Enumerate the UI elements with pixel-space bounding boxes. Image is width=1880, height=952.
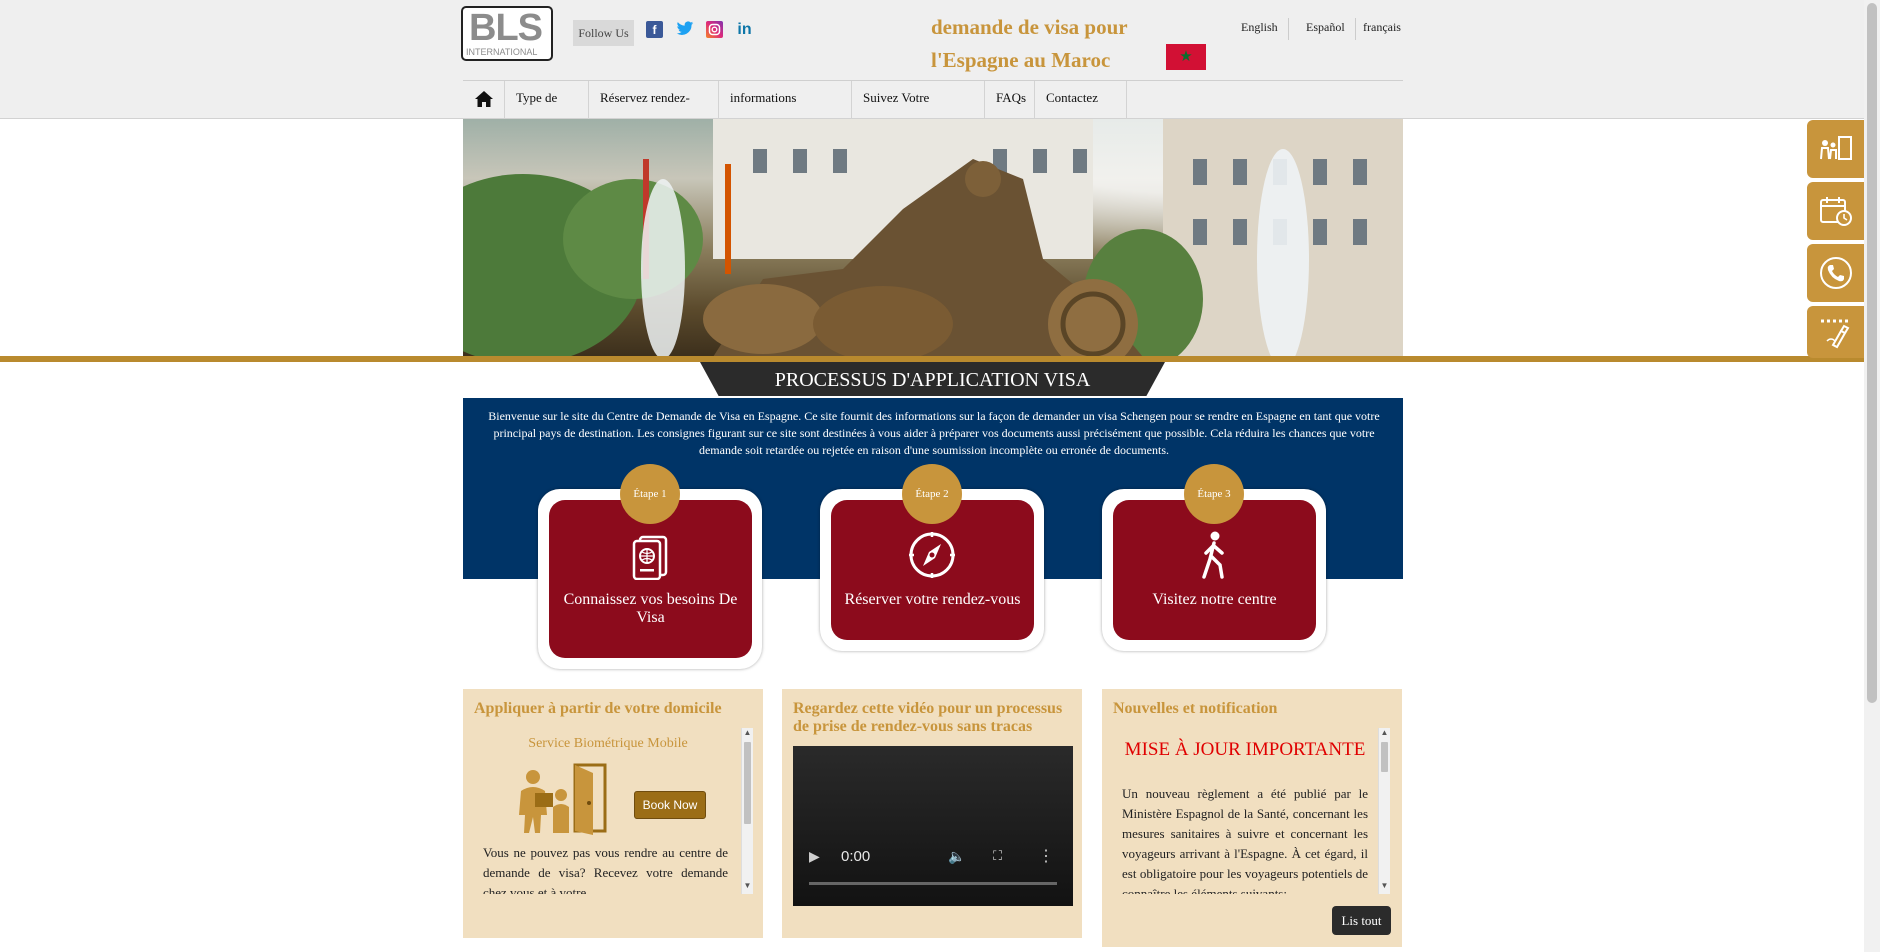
rating-feedback-icon [1821, 319, 1851, 349]
main-nav: Type de visa Réservez rendez-vous inform… [463, 80, 1403, 138]
walking-person-icon [1196, 531, 1232, 584]
facebook-icon[interactable]: f [646, 21, 663, 38]
scroll-down-arrow-icon[interactable]: ▼ [742, 881, 753, 890]
volume-icon[interactable]: 🔈 [948, 848, 965, 865]
logo-subtext: INTERNATIONAL [466, 47, 538, 57]
fullscreen-icon[interactable]: ⛶ [993, 848, 1002, 864]
step-2-badge: Étape 2 [902, 464, 962, 524]
lang-english[interactable]: English [1241, 18, 1289, 40]
video-progress-bar[interactable] [809, 882, 1057, 885]
compass-icon [908, 531, 956, 584]
morocco-flag-icon: ★ [1166, 44, 1206, 70]
nav-informations-generales[interactable]: informations générales [719, 81, 852, 138]
calendar-clock-icon [1820, 197, 1852, 226]
play-icon[interactable]: ▶ [809, 848, 820, 865]
nav-contactez-nous[interactable]: Contactez nous [1035, 81, 1127, 138]
scroll-thumb[interactable] [744, 742, 751, 824]
video-panel-title: Regardez cette vidéo pour un processus d… [793, 700, 1063, 735]
follow-us-label: Follow Us [573, 20, 634, 46]
family-visa-icon [1820, 136, 1852, 160]
nav-home[interactable] [463, 81, 505, 119]
nav-faqs[interactable]: FAQs [985, 81, 1035, 119]
home-icon [475, 91, 493, 107]
news-scroll[interactable]: MISE À JOUR IMPORTANTE Un nouveau règlem… [1122, 728, 1368, 894]
nav-suivez-votre-demande[interactable]: Suivez Votre Demande [852, 81, 985, 138]
news-headline: MISE À JOUR IMPORTANTE [1124, 739, 1366, 760]
linkedin-icon[interactable]: in [736, 21, 753, 38]
process-intro-text: Bienvenue sur le site du Centre de Deman… [488, 409, 1380, 457]
passport-icon [630, 534, 670, 585]
scroll-up-arrow-icon[interactable]: ▲ [1379, 728, 1390, 737]
process-title: PROCESSUS D'APPLICATION VISA [774, 369, 1091, 391]
news-panel-scrollbar[interactable]: ▲ ▼ [1378, 728, 1390, 894]
lang-espanol[interactable]: Español [1296, 18, 1356, 40]
step-2-label: Réserver votre rendez-vous [844, 591, 1021, 608]
instagram-icon[interactable] [706, 21, 723, 38]
book-now-button[interactable]: Book Now [634, 791, 706, 819]
hero-banner-image [463, 119, 1403, 357]
logo-text: BLS [469, 7, 543, 49]
step-3-label: Visitez notre centre [1152, 591, 1277, 608]
news-text: Un nouveau règlement a été publié par le… [1122, 786, 1368, 894]
home-service-scroll[interactable]: Service Biométrique Mobile Book Now Vous… [483, 728, 752, 894]
phone-icon [1820, 257, 1852, 289]
home-service-title: Appliquer à partir de votre domicile [474, 700, 722, 717]
twitter-icon[interactable] [676, 21, 694, 38]
video-time: 0:00 [841, 848, 871, 865]
mobile-biometric-subtitle: Service Biométrique Mobile [528, 736, 688, 751]
news-panel-title: Nouvelles et notification [1113, 700, 1278, 717]
more-options-icon[interactable]: ⋮ [1038, 846, 1054, 866]
lang-francais[interactable]: français [1362, 18, 1401, 40]
home-service-text: Vous ne pouvez pas vous rendre au centre… [483, 843, 728, 894]
scroll-down-arrow-icon[interactable]: ▼ [1379, 881, 1390, 890]
nav-reservez-rendez-vous[interactable]: Réservez rendez-vous [589, 81, 719, 138]
step-1-badge: Étape 1 [620, 464, 680, 524]
page-scroll-thumb[interactable] [1867, 3, 1877, 703]
step-3-badge: Étape 3 [1184, 464, 1244, 524]
family-visa-tab[interactable] [1807, 120, 1864, 178]
scroll-thumb[interactable] [1381, 742, 1388, 772]
feedback-tab[interactable] [1807, 306, 1864, 358]
home-panel-scrollbar[interactable]: ▲ ▼ [741, 728, 753, 894]
scroll-up-arrow-icon[interactable]: ▲ [742, 728, 753, 737]
contact-phone-tab[interactable] [1807, 244, 1864, 302]
appointment-tab[interactable] [1807, 182, 1864, 240]
nav-type-de-visa[interactable]: Type de visa [505, 81, 589, 138]
bls-logo[interactable]: BLS INTERNATIONAL [461, 6, 553, 61]
video-player[interactable]: ▶ 0:00 🔈 ⛶ ⋮ [793, 746, 1073, 906]
home-delivery-illustration [513, 763, 608, 840]
read-all-button[interactable]: Lis tout [1332, 906, 1391, 935]
step-1-label: Connaissez vos besoins De Visa [563, 591, 738, 626]
page-scrollbar[interactable] [1864, 0, 1880, 952]
